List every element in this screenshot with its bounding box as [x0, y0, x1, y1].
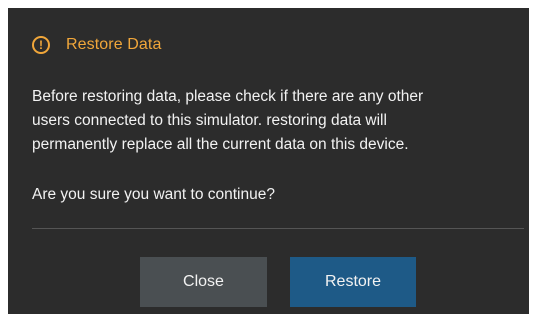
- message-line: users connected to this simulator. resto…: [32, 112, 387, 129]
- restore-button[interactable]: Restore: [290, 257, 416, 307]
- close-button[interactable]: Close: [140, 257, 267, 307]
- warning-circle-icon: !: [32, 36, 50, 54]
- dialog-title: Restore Data: [66, 36, 162, 53]
- dialog-message: Before restoring data, please check if t…: [32, 85, 514, 157]
- restore-data-dialog: ! Restore Data Before restoring data, pl…: [8, 8, 529, 314]
- dialog-question: Are you sure you want to continue?: [32, 186, 275, 203]
- divider: [32, 228, 524, 229]
- dialog-header: ! Restore Data: [32, 34, 161, 56]
- message-line: Before restoring data, please check if t…: [32, 88, 424, 105]
- message-line: permanently replace all the current data…: [32, 136, 409, 153]
